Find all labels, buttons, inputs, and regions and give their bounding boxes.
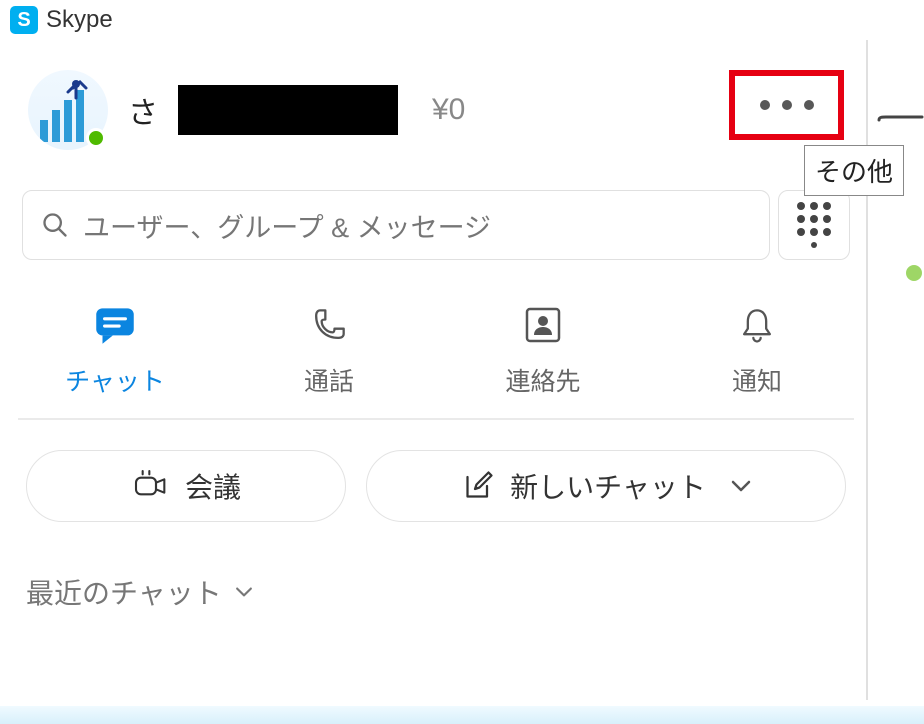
username-prefix: さ bbox=[128, 88, 158, 132]
tab-contacts-label: 連絡先 bbox=[505, 362, 580, 398]
partial-text-icon bbox=[874, 115, 924, 125]
skype-credit[interactable]: ¥0 bbox=[432, 93, 465, 127]
tab-chat[interactable]: チャット bbox=[18, 300, 212, 398]
compose-icon bbox=[460, 468, 496, 504]
tab-calls-label: 通話 bbox=[304, 362, 354, 398]
chevron-down-icon bbox=[730, 479, 752, 493]
phone-icon bbox=[307, 300, 351, 350]
tabs-row: チャット 通話 連絡先 bbox=[18, 260, 854, 420]
tab-chat-label: チャット bbox=[65, 362, 165, 398]
avatar[interactable] bbox=[28, 70, 108, 150]
sidebar-panel: さ ¥0 その他 ユーザー、グループ & メッセージ bbox=[6, 40, 868, 700]
search-icon bbox=[41, 211, 69, 239]
action-row: 会議 新しいチャット bbox=[18, 420, 854, 552]
username-block[interactable]: さ bbox=[128, 85, 418, 135]
meet-label: 会議 bbox=[185, 466, 241, 506]
chevron-down-icon bbox=[234, 586, 254, 598]
contacts-icon bbox=[519, 300, 567, 350]
bell-icon bbox=[735, 300, 779, 350]
tab-calls[interactable]: 通話 bbox=[232, 300, 426, 398]
new-chat-label: 新しいチャット bbox=[510, 466, 706, 506]
search-input[interactable]: ユーザー、グループ & メッセージ bbox=[22, 190, 770, 260]
title-bar: S Skype bbox=[0, 0, 924, 40]
video-icon bbox=[131, 469, 171, 503]
tab-notifications-label: 通知 bbox=[732, 362, 782, 398]
profile-row: さ ¥0 その他 bbox=[18, 60, 854, 180]
right-panel-fragment bbox=[866, 115, 924, 281]
skype-logo-icon: S bbox=[10, 6, 38, 34]
tab-contacts[interactable]: 連絡先 bbox=[446, 300, 640, 398]
tab-notifications[interactable]: 通知 bbox=[660, 300, 854, 398]
meet-now-button[interactable]: 会議 bbox=[26, 450, 346, 522]
dialpad-button[interactable] bbox=[778, 190, 850, 260]
window-title: Skype bbox=[46, 6, 113, 34]
recent-chats-label: 最近のチャット bbox=[26, 572, 222, 612]
ellipsis-icon bbox=[760, 100, 770, 110]
search-placeholder: ユーザー、グループ & メッセージ bbox=[83, 206, 491, 245]
presence-online-icon bbox=[86, 128, 106, 148]
more-options-button[interactable] bbox=[729, 70, 844, 140]
dialpad-icon bbox=[797, 202, 831, 249]
search-row: ユーザー、グループ & メッセージ bbox=[18, 190, 854, 260]
username-redacted bbox=[178, 85, 398, 135]
new-chat-button[interactable]: 新しいチャット bbox=[366, 450, 846, 522]
presence-dot-fragment bbox=[906, 265, 922, 281]
chat-icon bbox=[90, 300, 140, 350]
recent-chats-header[interactable]: 最近のチャット bbox=[18, 552, 854, 632]
bottom-accent bbox=[0, 706, 924, 724]
